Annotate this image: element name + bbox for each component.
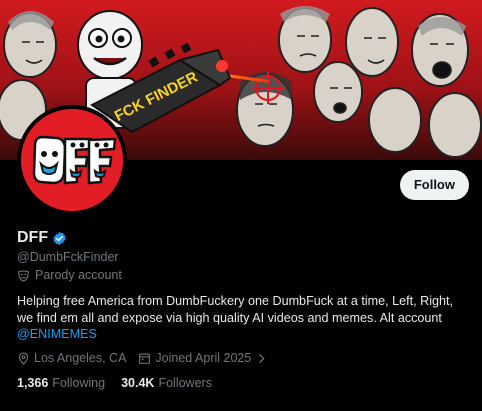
- verified-badge-icon[interactable]: [52, 231, 67, 246]
- name-row: DFF: [17, 229, 67, 247]
- bio-mention-link[interactable]: @ENIMEMES: [17, 326, 467, 343]
- avatar-image: [21, 109, 123, 211]
- followers-count: 30.4K: [121, 376, 155, 390]
- calendar-icon: [138, 352, 151, 365]
- location-text: Los Angeles, CA: [34, 351, 127, 365]
- parody-label: Parody account: [35, 268, 122, 282]
- profile-meta: Los Angeles, CA Joined April 2025: [17, 351, 280, 365]
- chevron-right-icon: [255, 352, 268, 365]
- following-label: Following: [52, 376, 106, 390]
- follow-button[interactable]: Follow: [399, 170, 469, 200]
- followers-label: Followers: [158, 376, 212, 390]
- following-link[interactable]: 1,366 Following: [17, 376, 105, 390]
- dff-logo: [21, 109, 123, 211]
- join-date-text: Joined April 2025: [155, 351, 252, 365]
- user-handle: @DumbFckFinder: [17, 250, 119, 264]
- followers-link[interactable]: 30.4K Followers: [121, 376, 212, 390]
- profile-page: FCK FINDER Follow DFF @DumbFckFinder Par…: [0, 0, 482, 411]
- follow-stats: 1,366 Following 30.4K Followers: [17, 376, 212, 390]
- join-date[interactable]: Joined April 2025: [138, 351, 268, 365]
- parody-mask-icon: [17, 269, 30, 282]
- parody-badge: Parody account: [17, 268, 122, 282]
- location: Los Angeles, CA: [17, 351, 126, 365]
- location-pin-icon: [17, 352, 30, 365]
- following-count: 1,366: [17, 376, 49, 390]
- display-name: DFF: [17, 229, 49, 246]
- avatar[interactable]: [17, 105, 127, 215]
- bio-text: Helping free America from DumbFuckery on…: [17, 294, 454, 325]
- bio: Helping free America from DumbFuckery on…: [17, 293, 467, 343]
